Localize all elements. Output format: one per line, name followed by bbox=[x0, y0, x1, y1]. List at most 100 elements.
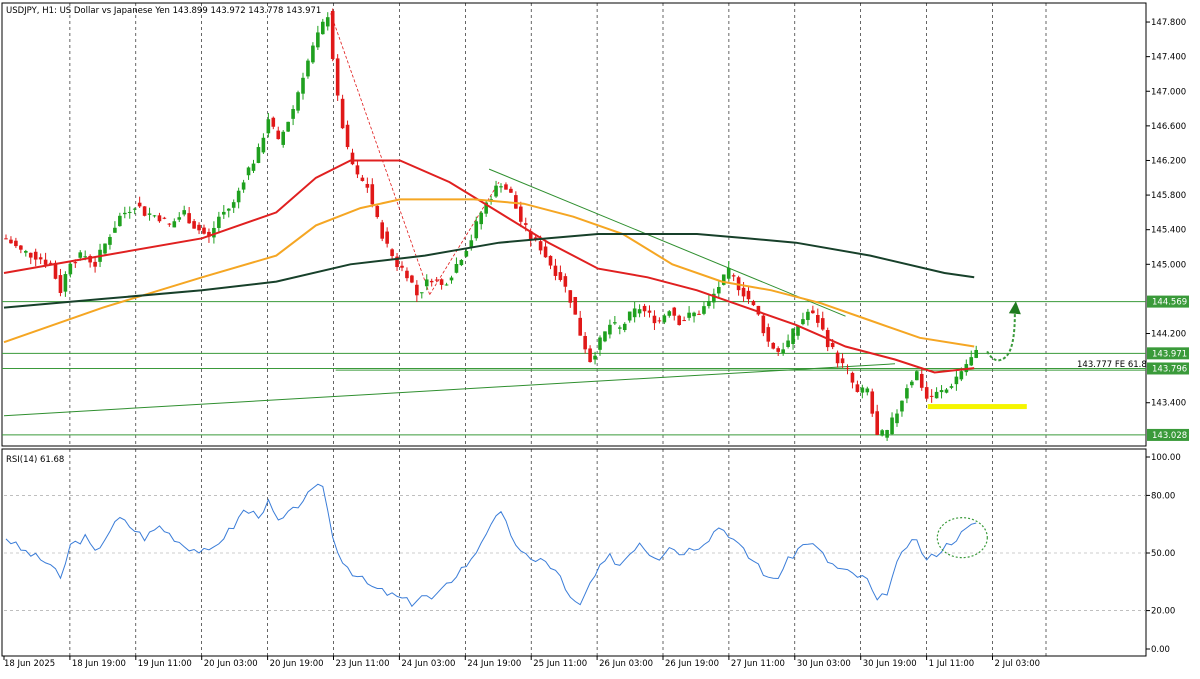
candle-body bbox=[132, 208, 137, 210]
candle-body bbox=[647, 310, 652, 313]
candle-body bbox=[776, 348, 780, 352]
candle-body bbox=[632, 308, 637, 318]
x-tick-label: 25 Jun 11:00 bbox=[533, 659, 587, 669]
candle-body bbox=[276, 130, 281, 140]
candle-body bbox=[731, 275, 736, 277]
candle-body bbox=[538, 241, 543, 251]
candle-body bbox=[137, 202, 142, 207]
candle-body bbox=[939, 390, 944, 393]
fe-level-label: 143.777 FE 61.8 bbox=[1077, 360, 1147, 370]
candle-body bbox=[771, 342, 776, 349]
candle-body bbox=[103, 243, 107, 254]
candle-body bbox=[682, 320, 686, 322]
candle-body bbox=[855, 384, 860, 392]
candle-body bbox=[375, 205, 380, 218]
candle-body bbox=[578, 317, 582, 336]
candle-body bbox=[127, 211, 132, 213]
candle-body bbox=[741, 287, 746, 297]
x-tick-label: 27 Jun 11:00 bbox=[731, 659, 785, 669]
candle-body bbox=[707, 301, 711, 307]
candle-body bbox=[692, 312, 696, 317]
candle-body bbox=[167, 223, 172, 225]
candle-body bbox=[523, 223, 528, 225]
candle-body bbox=[895, 413, 899, 424]
candle-body bbox=[954, 376, 959, 385]
candle-body bbox=[548, 255, 553, 266]
x-tick-label: 20 Jun 19:00 bbox=[270, 659, 324, 669]
candle-body bbox=[365, 183, 370, 188]
price-tick-label: 145.000 bbox=[1151, 260, 1186, 270]
price-tick-label: 147.000 bbox=[1151, 87, 1186, 97]
x-tick-label: 26 Jun 03:00 bbox=[599, 659, 653, 669]
candle-body bbox=[152, 215, 157, 217]
candle-body bbox=[969, 357, 974, 366]
candle-body bbox=[726, 267, 731, 279]
candle-body bbox=[657, 320, 662, 322]
candle-body bbox=[563, 276, 568, 287]
candle-body bbox=[123, 212, 127, 215]
price-tick-label: 146.600 bbox=[1151, 122, 1186, 132]
candle-body bbox=[4, 238, 8, 240]
candle-body bbox=[241, 182, 246, 190]
candle-body bbox=[370, 184, 375, 205]
candle-body bbox=[281, 131, 285, 145]
candle-body bbox=[910, 381, 914, 386]
candle-body bbox=[944, 389, 949, 393]
price-level-label: 143.796 bbox=[1152, 364, 1187, 374]
candle-body bbox=[390, 249, 394, 257]
rsi-tick-label: 20.00 bbox=[1151, 607, 1175, 617]
candle-body bbox=[400, 265, 404, 268]
x-tick-label: 2 Jul 03:00 bbox=[995, 659, 1041, 669]
candle-body bbox=[717, 287, 721, 294]
x-tick-label: 20 Jun 03:00 bbox=[204, 659, 258, 669]
candle-body bbox=[222, 211, 226, 215]
x-tick-label: 30 Jun 03:00 bbox=[797, 659, 851, 669]
rsi-tick-label: 80.00 bbox=[1151, 491, 1175, 501]
candle-body bbox=[598, 337, 602, 350]
candle-body bbox=[702, 306, 706, 314]
x-tick-label: 24 Jun 03:00 bbox=[401, 659, 455, 669]
x-tick-label: 30 Jun 19:00 bbox=[863, 659, 917, 669]
candle-body bbox=[514, 195, 518, 209]
candle-body bbox=[806, 311, 810, 321]
candle-body bbox=[9, 239, 13, 244]
candle-body bbox=[63, 274, 68, 292]
candle-body bbox=[519, 206, 523, 222]
candle-body bbox=[919, 373, 924, 388]
candle-body bbox=[108, 236, 112, 245]
candle-body bbox=[429, 280, 434, 283]
candle-body bbox=[33, 251, 38, 260]
candle-body bbox=[900, 400, 904, 412]
candle-body bbox=[271, 117, 276, 127]
candle-body bbox=[147, 213, 152, 215]
candle-body bbox=[330, 10, 335, 59]
candle-body bbox=[974, 349, 978, 358]
candle-body bbox=[454, 264, 459, 273]
candle-body bbox=[830, 343, 835, 348]
candle-body bbox=[677, 315, 681, 326]
candle-body bbox=[860, 387, 865, 393]
candle-body bbox=[504, 184, 508, 190]
candle-body bbox=[479, 212, 483, 225]
candle-body bbox=[385, 231, 389, 244]
candle-body bbox=[256, 147, 261, 163]
candle-body bbox=[583, 335, 587, 350]
chart-window[interactable]: 143.777 FE 61.8 147.800 147.400 147.000 146… bbox=[0, 0, 1200, 675]
candle-body bbox=[325, 17, 330, 27]
candle-body bbox=[499, 186, 503, 188]
candle-body bbox=[340, 98, 345, 129]
candle-body bbox=[14, 240, 18, 247]
candle-body bbox=[642, 305, 647, 312]
candle-body bbox=[474, 221, 479, 239]
candle-body bbox=[316, 32, 320, 48]
candle-body bbox=[291, 109, 295, 119]
candle-body bbox=[162, 217, 167, 219]
rsi-tick-label: 100.00 bbox=[1151, 453, 1181, 463]
candle-body bbox=[311, 45, 315, 63]
candle-body bbox=[73, 262, 78, 264]
candle-body bbox=[652, 315, 657, 324]
candle-body bbox=[915, 371, 919, 381]
x-tick-label: 23 Jun 11:00 bbox=[336, 659, 390, 669]
candle-body bbox=[959, 371, 964, 380]
x-tick-label: 18 Jun 2025 bbox=[4, 659, 55, 669]
